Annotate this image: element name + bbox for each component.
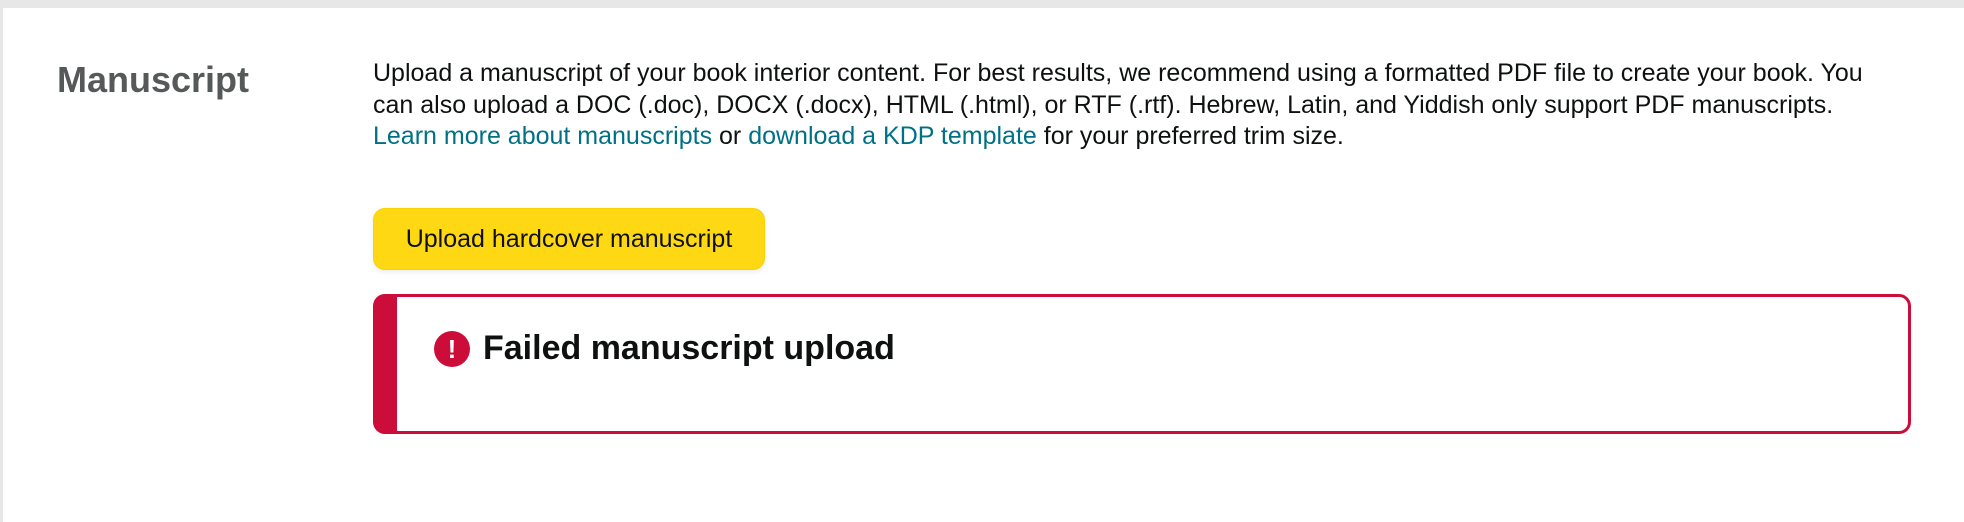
description-text-before: Upload a manuscript of your book interio… bbox=[373, 59, 1863, 119]
upload-hardcover-manuscript-button[interactable]: Upload hardcover manuscript bbox=[373, 208, 765, 270]
description-text-after: for your preferred trim size. bbox=[1036, 122, 1344, 150]
description-text-middle: or bbox=[712, 122, 749, 150]
section-title: Manuscript bbox=[57, 59, 250, 100]
manuscript-content: Upload a manuscript of your book interio… bbox=[373, 58, 1911, 434]
error-exclamation-icon: ! bbox=[434, 331, 470, 367]
upload-error-alert: ! Failed manuscript upload bbox=[373, 294, 1911, 434]
alert-heading: Failed manuscript upload bbox=[483, 329, 895, 367]
manuscript-panel: Manuscript Upload a manuscript of your b… bbox=[3, 8, 1964, 522]
learn-more-manuscripts-link[interactable]: Learn more about manuscripts bbox=[373, 122, 712, 150]
manuscript-description: Upload a manuscript of your book interio… bbox=[373, 58, 1883, 153]
download-kdp-template-link[interactable]: download a KDP template bbox=[748, 122, 1037, 150]
